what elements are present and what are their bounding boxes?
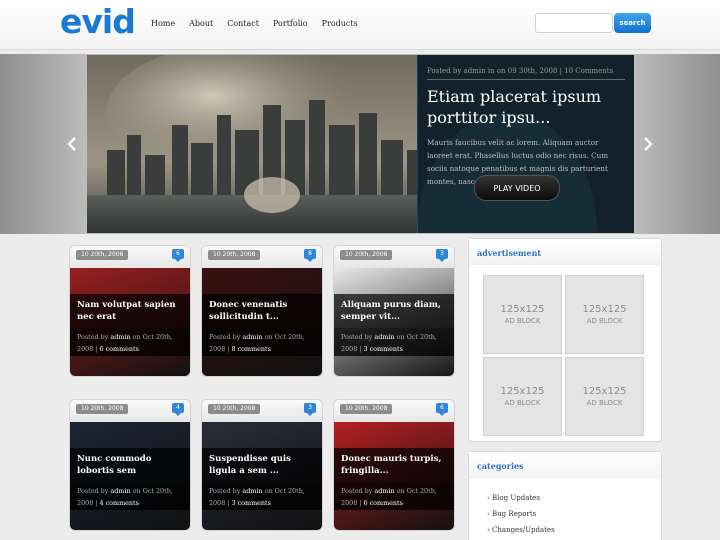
comment-count-badge[interactable]: 6 [172,249,184,262]
post-title[interactable]: Donec mauris turpis, fringilla... [341,453,449,477]
advertisement-title: advertisement [469,239,661,265]
advertisement-box: advertisement 125x125 AD BLOCK 125x125 AD … [468,238,662,442]
post-date: 10 20th, 2008 [76,250,129,260]
chevron-right-icon [644,137,653,151]
post-card[interactable]: 10 20th, 2008 6 Nam volutpat sapien nec er… [69,245,191,377]
ad-block[interactable]: 125x125 AD BLOCK [565,357,644,436]
category-link[interactable]: Bug Reports [487,506,661,522]
post-meta-band: Posted by admin on Oct 20th, 2008 | 4 com… [70,482,190,510]
comment-count-badge[interactable]: 4 [172,403,184,416]
post-card[interactable]: 10 20th, 2008 6 Donec mauris turpis, fring… [333,399,455,531]
post-meta-band: Posted by admin on Oct 20th, 2008 | 3 com… [334,328,454,356]
post-card[interactable]: 10 20th, 2008 8 Donec venenatis sollicitud… [201,245,323,377]
slider-next-button[interactable] [638,130,658,158]
post-card[interactable]: 10 20th, 2008 3 Suspendisse quis ligula a … [201,399,323,531]
site-logo[interactable]: evid [60,2,136,41]
post-title-band: Suspendisse quis ligula a sem ... [202,448,322,482]
chevron-left-icon [67,137,76,151]
post-meta: Posted by admin on Oct 20th, 2008 | 3 com… [209,487,305,507]
ad-block[interactable]: 125x125 AD BLOCK [483,275,562,354]
category-link[interactable]: Changes/Updates [487,522,661,538]
post-card[interactable]: 10 20th, 2008 4 Nunc commodo lobortis sem P… [69,399,191,531]
post-title-band: Donec venenatis sollicitudin t... [202,294,322,328]
post-author[interactable]: admin [374,333,394,341]
post-date: 10 20th, 2008 [340,250,393,260]
search-button[interactable]: search [614,13,651,33]
nav-contact[interactable]: Contact [227,19,259,28]
comment-count-badge[interactable]: 8 [304,249,316,262]
main-nav: Home About Contact Portfolio Products [151,19,372,28]
comment-count-badge[interactable]: 3 [304,403,316,416]
post-meta: Posted by admin on Oct 20th, 2008 | 3 com… [341,333,437,353]
post-title[interactable]: Aliquam purus diam, semper vit... [341,299,449,323]
slider-prev-button[interactable] [62,130,82,158]
post-comments-link[interactable]: 6 comments [363,499,402,507]
post-comments-link[interactable]: 4 comments [99,499,138,507]
categories-box: categories Blog Updates Bug Reports Chan… [468,451,662,540]
category-link[interactable]: Blog Updates [487,490,661,506]
post-card[interactable]: 10 20th, 2008 3 Aliquam purus diam, semper… [333,245,455,377]
post-author[interactable]: admin [110,487,130,495]
post-meta: Posted by admin on Oct 20th, 2008 | 4 com… [77,487,173,507]
post-meta-band: Posted by admin on Oct 20th, 2008 | 6 com… [334,482,454,510]
post-title-band: Nam volutpat sapien nec erat [70,294,190,328]
post-title-band: Donec mauris turpis, fringilla... [334,448,454,482]
ad-block[interactable]: 125x125 AD BLOCK [483,357,562,436]
nav-products[interactable]: Products [322,19,358,28]
post-meta-band: Posted by admin on Oct 20th, 2008 | 3 com… [202,482,322,510]
categories-title: categories [469,452,661,478]
categories-list: Blog Updates Bug Reports Changes/Updates [469,478,661,538]
post-comments-link[interactable]: 6 comments [99,345,138,353]
post-author[interactable]: admin [242,487,262,495]
ad-block[interactable]: 125x125 AD BLOCK [565,275,644,354]
post-title[interactable]: Nam volutpat sapien nec erat [77,299,185,323]
play-video-button[interactable]: PLAY VIDEO [474,175,560,201]
post-date: 10 20th, 2008 [208,404,261,414]
post-author[interactable]: admin [374,487,394,495]
post-date: 10 20th, 2008 [208,250,261,260]
post-date: 10 20th, 2008 [340,404,393,414]
post-title[interactable]: Suspendisse quis ligula a sem ... [209,453,317,477]
post-title[interactable]: Donec venenatis sollicitudin t... [209,299,317,323]
post-comments-link[interactable]: 8 comments [231,345,270,353]
slide-meta: Posted by admin in on 09 30th, 2008 | 10… [427,67,625,80]
search-input[interactable] [535,13,613,33]
post-author[interactable]: admin [242,333,262,341]
slide-title[interactable]: Etiam placerat ipsum porttitor ipsu... [427,86,625,128]
featured-slide[interactable]: Posted by admin in on 09 30th, 2008 | 10… [87,55,634,233]
slide-caption: Posted by admin in on 09 30th, 2008 | 10… [418,55,634,233]
nav-portfolio[interactable]: Portfolio [273,19,308,28]
nav-home[interactable]: Home [151,19,175,28]
post-meta: Posted by admin on Oct 20th, 2008 | 8 com… [209,333,305,353]
post-title-band: Nunc commodo lobortis sem [70,448,190,482]
post-title-band: Aliquam purus diam, semper vit... [334,294,454,328]
post-meta: Posted by admin on Oct 20th, 2008 | 6 com… [77,333,173,353]
post-meta: Posted by admin on Oct 20th, 2008 | 6 com… [341,487,437,507]
comment-count-badge[interactable]: 3 [436,249,448,262]
post-author[interactable]: admin [110,333,130,341]
post-comments-link[interactable]: 3 comments [363,345,402,353]
post-comments-link[interactable]: 3 comments [231,499,270,507]
site-header: evid Home About Contact Portfolio Produc… [0,0,720,50]
post-date: 10 20th, 2008 [76,404,129,414]
post-meta-band: Posted by admin on Oct 20th, 2008 | 8 com… [202,328,322,356]
comment-count-badge[interactable]: 6 [436,403,448,416]
nav-about[interactable]: About [189,19,213,28]
post-title[interactable]: Nunc commodo lobortis sem [77,453,185,477]
post-meta-band: Posted by admin on Oct 20th, 2008 | 6 com… [70,328,190,356]
